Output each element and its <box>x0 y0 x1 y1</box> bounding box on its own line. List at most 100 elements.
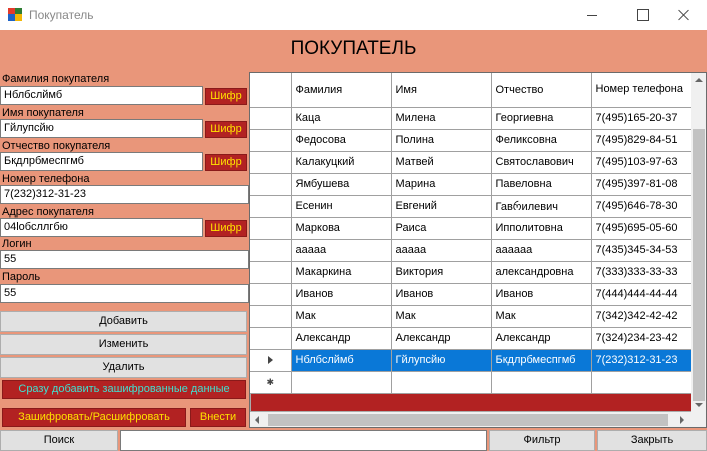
filter-button[interactable]: Фильтр <box>489 430 595 451</box>
table-cell[interactable]: 7(495)646-78-30 <box>591 195 692 218</box>
table-row[interactable]: ааааа ааааа аааааа 7(435)345-34-53 <box>250 239 692 262</box>
table-row[interactable]: Есенин Евгений Гавრилевич 7(495)646-78-30 <box>250 195 692 218</box>
row-header[interactable] <box>250 129 292 152</box>
table-cell[interactable]: Мак <box>291 305 392 328</box>
table-row[interactable]: Калакуцкий Матвей Святославович 7(495)103-9… <box>250 151 692 174</box>
table-cell[interactable]: 7(444)444-44-44 <box>591 283 692 306</box>
table-cell[interactable]: Иванов <box>291 283 392 306</box>
last-name-field[interactable]: Нблбслймб <box>0 86 203 105</box>
new-row[interactable]: ✱ <box>250 371 692 394</box>
table-cell[interactable]: Калакуцкий <box>291 151 392 174</box>
row-header[interactable] <box>250 107 292 130</box>
table-row[interactable]: Федосова Полина Феликсовна 7(495)829-84-51 <box>250 129 692 152</box>
table-cell[interactable]: Ипполитовна <box>491 217 592 240</box>
table-row[interactable]: Каца Милена Георгиевна 7(495)165-20-37 <box>250 107 692 130</box>
table-cell[interactable]: Иванов <box>491 283 592 306</box>
phone-field[interactable]: 7(232)312-31-23 <box>0 185 249 204</box>
table-cell[interactable]: 7(495)165-20-37 <box>591 107 692 130</box>
row-header[interactable] <box>250 151 292 174</box>
table-cell[interactable]: Раиса <box>391 217 492 240</box>
vertical-scroll-thumb[interactable] <box>693 129 705 401</box>
table-cell[interactable]: Александр <box>391 327 492 350</box>
insert-button[interactable]: Внести <box>190 408 246 427</box>
table-row[interactable]: Александр Александр Александр 7(324)234-23-… <box>250 327 692 350</box>
search-input[interactable] <box>120 430 487 451</box>
table-cell[interactable]: Матвей <box>391 151 492 174</box>
table-row[interactable]: Иванов Иванов Иванов 7(444)444-44-44 <box>250 283 692 306</box>
table-cell[interactable]: Ямбушева <box>291 173 392 196</box>
table-cell[interactable]: Полина <box>391 129 492 152</box>
edit-button[interactable]: Изменить <box>0 334 247 355</box>
row-header[interactable] <box>250 305 292 328</box>
delete-button[interactable]: Удалить <box>0 357 247 378</box>
table-cell[interactable] <box>491 371 592 394</box>
scroll-down-icon[interactable] <box>695 403 703 407</box>
cipher-patronymic-button[interactable]: Шифр <box>205 154 247 171</box>
table-row[interactable]: Маркова Раиса Ипполитовна 7(495)695-05-60 <box>250 217 692 240</box>
table-cell[interactable]: александровна <box>491 261 592 284</box>
first-name-field[interactable]: Гйлупсйю <box>0 119 203 138</box>
table-cell[interactable] <box>291 371 392 394</box>
vertical-scrollbar[interactable] <box>691 73 706 412</box>
row-header[interactable] <box>250 217 292 240</box>
row-header[interactable] <box>250 195 292 218</box>
table-cell[interactable]: Мак <box>491 305 592 328</box>
table-cell[interactable]: Нблбслймб <box>291 349 392 372</box>
table-cell[interactable]: Гйлупсйю <box>391 349 492 372</box>
table-cell[interactable]: Георгиевна <box>491 107 592 130</box>
login-field[interactable]: 55 <box>0 250 249 269</box>
table-cell[interactable]: 7(333)333-33-33 <box>591 261 692 284</box>
minimize-button[interactable] <box>569 0 615 30</box>
table-cell[interactable]: ааааа <box>391 239 492 262</box>
table-cell[interactable]: Федосова <box>291 129 392 152</box>
horizontal-scroll-thumb[interactable] <box>268 414 668 426</box>
table-cell[interactable]: Иванов <box>391 283 492 306</box>
table-cell[interactable]: Евгений <box>391 195 492 218</box>
column-header-phone[interactable]: Номер телефона <box>591 73 692 108</box>
table-cell[interactable]: 7(342)342-42-42 <box>591 305 692 328</box>
table-cell[interactable]: Александр <box>291 327 392 350</box>
table-cell[interactable]: Мак <box>391 305 492 328</box>
row-header[interactable] <box>250 239 292 262</box>
table-cell[interactable]: Александр <box>491 327 592 350</box>
scroll-up-icon[interactable] <box>695 78 703 82</box>
table-cell[interactable]: Павеловна <box>491 173 592 196</box>
table-cell[interactable]: 7(324)234-23-42 <box>591 327 692 350</box>
table-cell[interactable]: Виктория <box>391 261 492 284</box>
close-button[interactable]: Закрыть <box>597 430 707 451</box>
table-cell[interactable]: 7(495)695-05-60 <box>591 217 692 240</box>
add-button[interactable]: Добавить <box>0 311 247 332</box>
add-encrypted-button[interactable]: Сразу добавить зашифрованные данные <box>2 380 246 399</box>
table-cell[interactable]: Феликсовна <box>491 129 592 152</box>
scroll-left-icon[interactable] <box>255 416 259 424</box>
password-field[interactable]: 55 <box>0 284 249 303</box>
cipher-last-name-button[interactable]: Шифр <box>205 88 247 105</box>
search-button[interactable]: Поиск <box>0 430 118 451</box>
table-cell[interactable]: Марина <box>391 173 492 196</box>
table-cell[interactable]: Макаркина <box>291 261 392 284</box>
table-cell[interactable] <box>391 371 492 394</box>
table-row[interactable]: Мак Мак Мак 7(342)342-42-42 <box>250 305 692 328</box>
column-header-first-name[interactable]: Имя <box>391 73 492 108</box>
table-row[interactable]: Нблбслймб Гйлупсйю Бкдлрбмеспгмб 7(232)312-… <box>250 349 692 372</box>
column-header-last-name[interactable]: Фамилия <box>291 73 392 108</box>
table-cell[interactable]: аааааа <box>491 239 592 262</box>
row-header[interactable] <box>250 173 292 196</box>
address-field[interactable]: 04lобсллгбю <box>0 218 203 237</box>
column-header-patronymic[interactable]: Отчество <box>491 73 592 108</box>
row-header[interactable] <box>250 283 292 306</box>
table-cell[interactable]: 7(435)345-34-53 <box>591 239 692 262</box>
table-cell[interactable]: ааааа <box>291 239 392 262</box>
close-window-button[interactable] <box>661 0 707 30</box>
maximize-button[interactable] <box>619 0 665 30</box>
table-cell[interactable]: Маркова <box>291 217 392 240</box>
encrypt-decrypt-button[interactable]: Зашифровать/Расшифровать <box>2 408 186 427</box>
row-header[interactable] <box>250 327 292 350</box>
cipher-first-name-button[interactable]: Шифр <box>205 121 247 138</box>
table-cell[interactable]: 7(495)103-97-63 <box>591 151 692 174</box>
table-cell[interactable]: 7(495)829-84-51 <box>591 129 692 152</box>
table-cell[interactable]: 7(495)397-81-08 <box>591 173 692 196</box>
scroll-right-icon[interactable] <box>680 416 684 424</box>
table-cell[interactable]: Есенин <box>291 195 392 218</box>
horizontal-scrollbar[interactable] <box>250 412 691 427</box>
